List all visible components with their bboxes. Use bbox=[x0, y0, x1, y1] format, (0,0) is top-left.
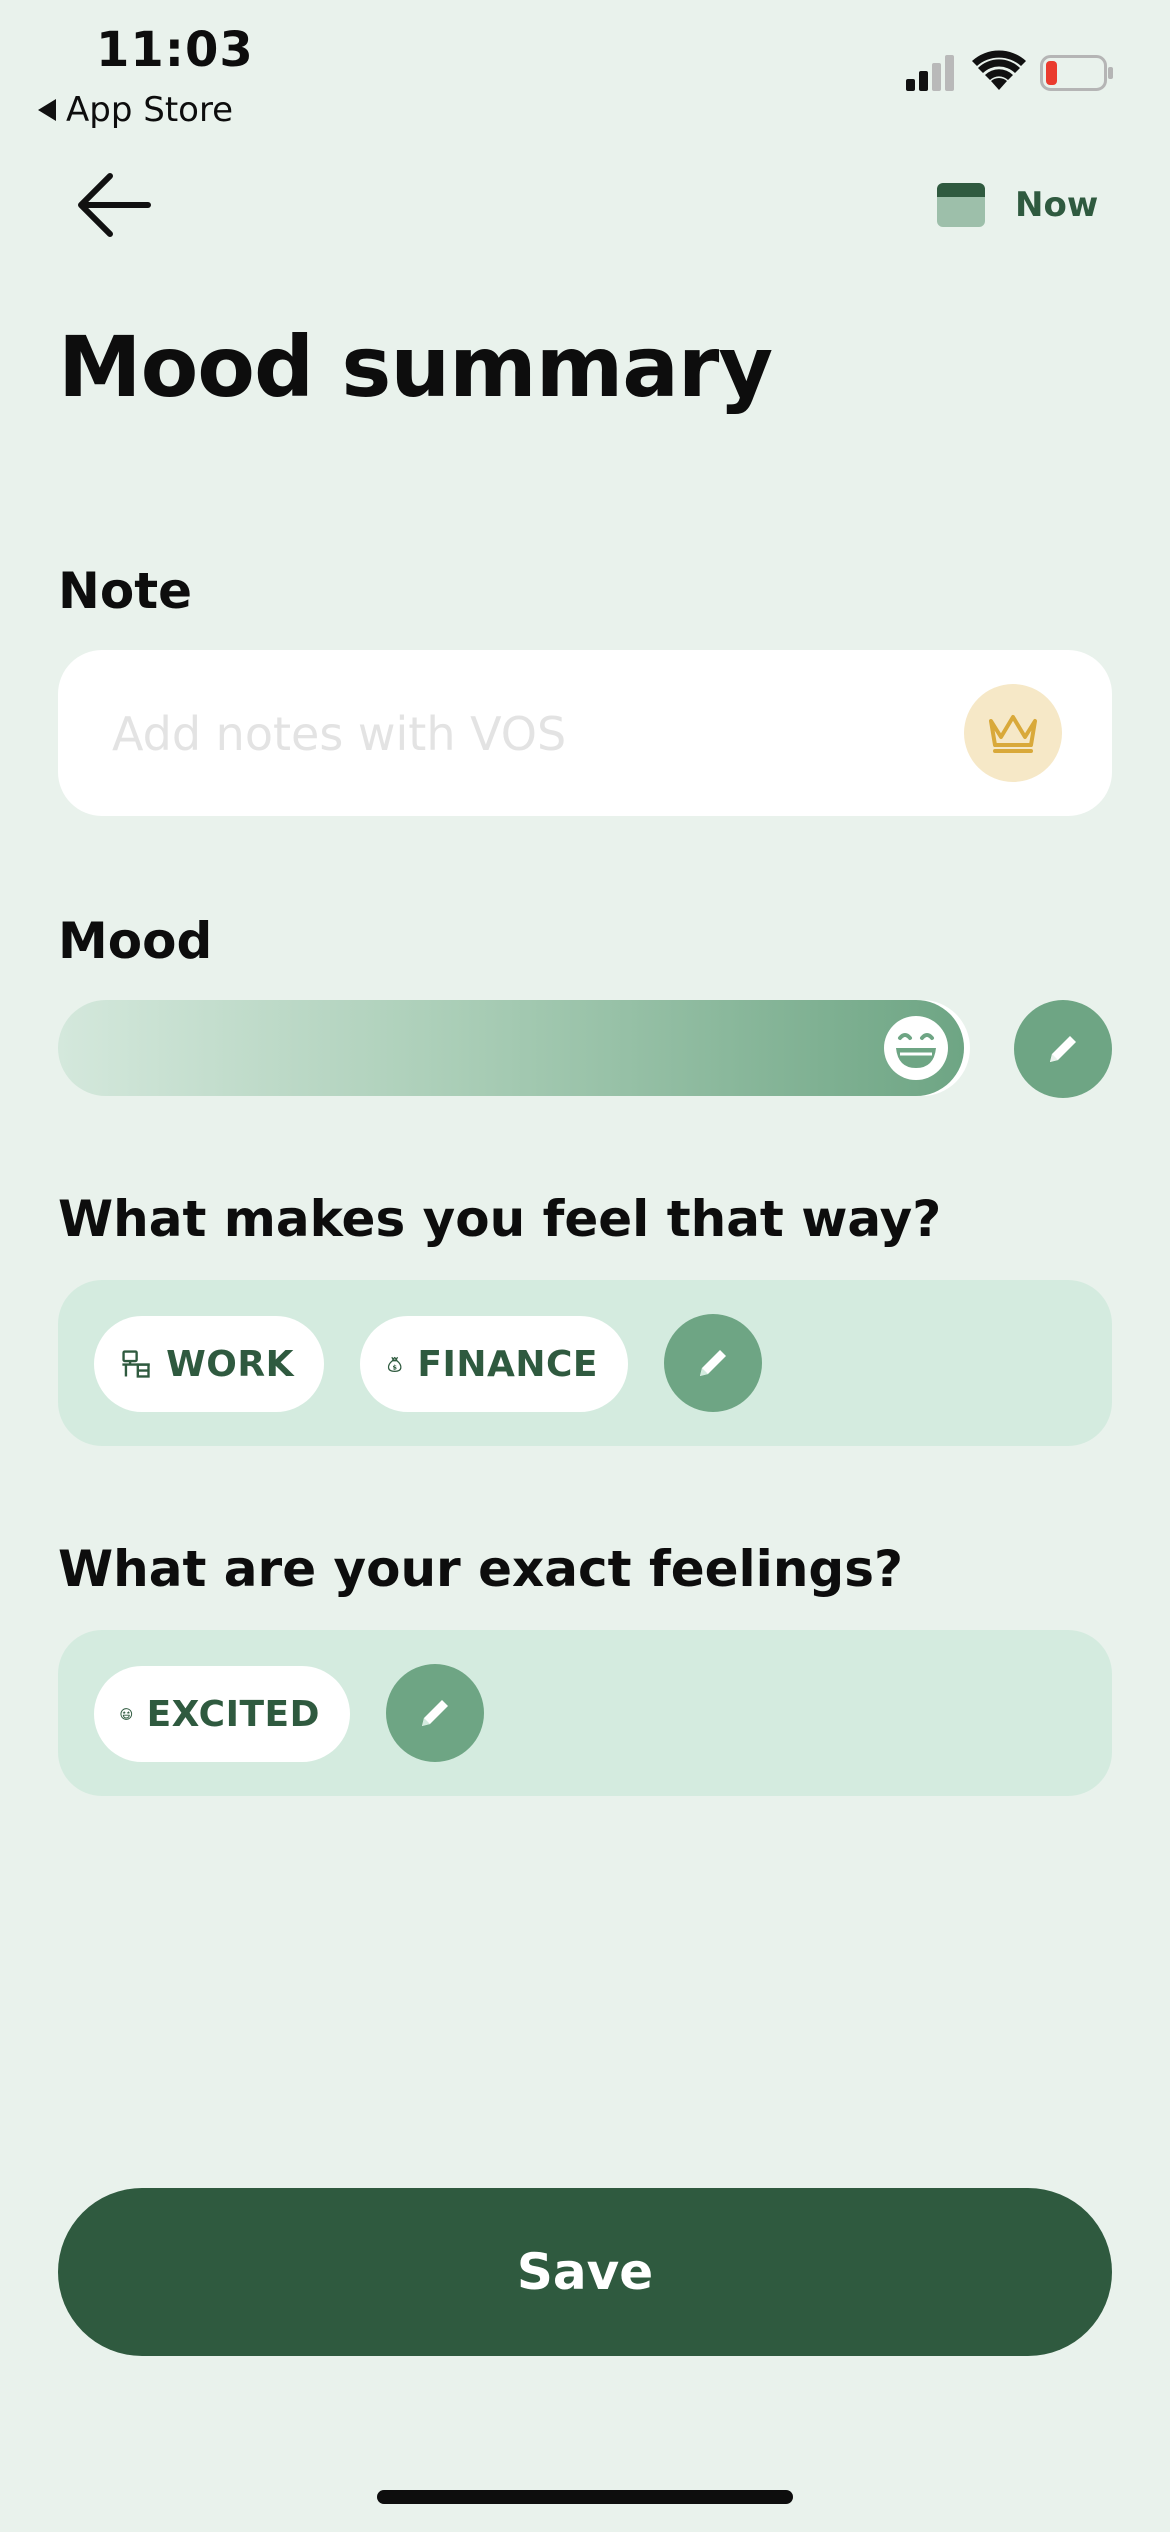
cellular-signal-icon bbox=[906, 55, 954, 91]
pencil-icon bbox=[700, 1350, 726, 1376]
reasons-panel: WORK $ FINANCE bbox=[58, 1280, 1112, 1446]
feelings-edit-button[interactable] bbox=[386, 1664, 484, 1762]
feelings-label: What are your exact feelings? bbox=[58, 1540, 903, 1598]
page-title: Mood summary bbox=[58, 318, 773, 416]
desk-icon bbox=[122, 1350, 150, 1378]
back-to-app-store[interactable]: App Store bbox=[38, 90, 233, 130]
premium-button[interactable] bbox=[964, 684, 1062, 782]
back-triangle-icon bbox=[38, 99, 56, 121]
reasons-label: What makes you feel that way? bbox=[58, 1190, 942, 1248]
date-label: Now bbox=[1015, 185, 1099, 225]
battery-low-icon bbox=[1040, 55, 1113, 91]
chip-label: EXCITED bbox=[146, 1693, 320, 1735]
crown-icon bbox=[989, 715, 1037, 753]
pencil-icon bbox=[422, 1700, 448, 1726]
back-app-label: App Store bbox=[66, 90, 234, 130]
mood-label: Mood bbox=[58, 912, 213, 970]
calendar-icon bbox=[937, 183, 985, 227]
reasons-edit-button[interactable] bbox=[664, 1314, 762, 1412]
chip-label: WORK bbox=[166, 1343, 294, 1385]
note-field[interactable] bbox=[58, 650, 1112, 816]
wifi-icon bbox=[972, 50, 1026, 90]
mood-slider[interactable] bbox=[58, 1000, 964, 1096]
note-label: Note bbox=[58, 562, 193, 620]
arrow-left-icon[interactable] bbox=[76, 172, 152, 238]
save-button[interactable]: Save bbox=[58, 2188, 1112, 2356]
note-input[interactable] bbox=[110, 700, 914, 768]
svg-text:$: $ bbox=[392, 1363, 397, 1371]
status-time: 11:03 bbox=[96, 22, 254, 78]
chip-finance[interactable]: $ FINANCE bbox=[360, 1316, 628, 1412]
star-eyes-face-icon bbox=[120, 1708, 133, 1720]
chip-work[interactable]: WORK bbox=[94, 1316, 324, 1412]
pencil-icon bbox=[1050, 1036, 1076, 1062]
feelings-panel: EXCITED bbox=[58, 1630, 1112, 1796]
laughing-face-icon[interactable] bbox=[878, 1010, 954, 1086]
money-bag-icon: $ bbox=[387, 1356, 402, 1373]
chip-excited[interactable]: EXCITED bbox=[94, 1666, 350, 1762]
mood-edit-button[interactable] bbox=[1014, 1000, 1112, 1098]
chip-label: FINANCE bbox=[417, 1343, 598, 1385]
date-selector[interactable]: Now bbox=[937, 183, 1098, 227]
home-indicator[interactable] bbox=[377, 2490, 793, 2504]
